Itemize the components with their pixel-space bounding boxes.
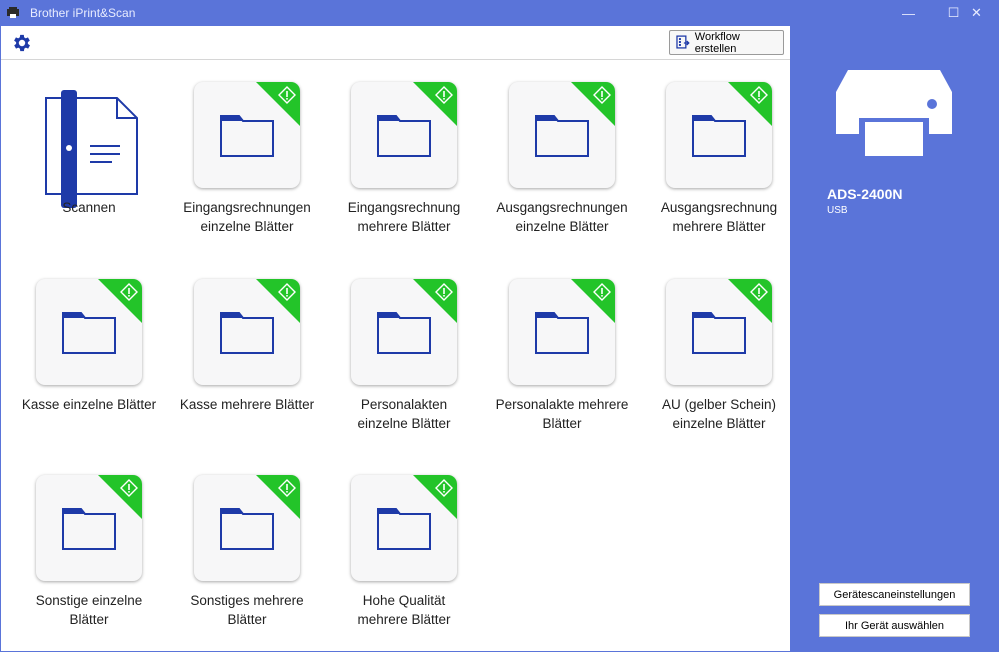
tile-label: Sonstiges mehrere Blätter — [190, 593, 304, 627]
tile-label: Kasse mehrere Blätter — [179, 397, 315, 412]
select-device-button[interactable]: Ihr Gerät auswählen — [819, 614, 970, 637]
workflow-badge-icon — [750, 86, 768, 104]
tile-label: Ausgangsrechnung mehrere Blätter — [660, 200, 778, 234]
tile-label: Kasse einzelne Blätter — [21, 397, 157, 412]
tile-card[interactable] — [194, 279, 300, 385]
toolbar: Workflow erstellen — [1, 26, 790, 60]
workflow-area: Workflow erstellen Scannen Eingangsrechnu… — [1, 26, 790, 651]
tile-card[interactable] — [36, 475, 142, 581]
workflow-tile[interactable]: AU (gelber Schein) einzelne Blätter — [644, 279, 794, 449]
gear-icon[interactable] — [11, 32, 33, 54]
workflow-badge-icon — [278, 283, 296, 301]
workflow-badge-icon — [120, 283, 138, 301]
tile-card[interactable] — [351, 475, 457, 581]
workflow-tile[interactable]: Kasse mehrere Blätter — [172, 279, 322, 449]
tile-label: Ausgangsrechnungen einzelne Blätter — [496, 200, 628, 234]
workflow-tile[interactable]: Personalakten einzelne Blätter — [329, 279, 479, 449]
tile-label: Sonstige einzelne Blätter — [35, 593, 143, 627]
workflow-badge-icon — [435, 283, 453, 301]
tile-card[interactable] — [194, 82, 300, 188]
workflow-badge-icon — [593, 283, 611, 301]
device-scan-settings-button[interactable]: Gerätescaneinstellungen — [819, 583, 970, 606]
workflow-tile[interactable]: Kasse einzelne Blätter — [14, 279, 164, 449]
window-title: Brother iPrint&Scan — [30, 6, 136, 20]
workflow-badge-icon — [435, 86, 453, 104]
tile-card[interactable] — [36, 279, 142, 385]
workflow-create-label: Workflow erstellen — [694, 30, 740, 55]
tile-card[interactable] — [509, 82, 615, 188]
workflow-icon — [676, 35, 690, 49]
tile-label: AU (gelber Schein) einzelne Blätter — [661, 397, 777, 431]
tile-label: Personalakte mehrere Blätter — [495, 397, 629, 431]
workflow-tile[interactable]: Ausgangsrechnungen einzelne Blätter — [487, 82, 637, 252]
workflow-tile[interactable]: Hohe Qualität mehrere Blätter — [329, 475, 479, 645]
scan-tile[interactable]: Scannen — [14, 82, 164, 252]
tile-card[interactable] — [351, 279, 457, 385]
tile-card[interactable] — [509, 279, 615, 385]
tile-label: Hohe Qualität mehrere Blätter — [357, 593, 451, 627]
workflow-badge-icon — [120, 479, 138, 497]
workflow-badge-icon — [435, 479, 453, 497]
tile-label: Eingangsrechnung mehrere Blätter — [347, 200, 461, 234]
tile-card[interactable] — [666, 82, 772, 188]
tile-card[interactable] — [666, 279, 772, 385]
minimize-button[interactable]: — — [886, 0, 931, 26]
workflow-tile[interactable]: Sonstiges mehrere Blätter — [172, 475, 322, 645]
workflow-tile[interactable]: Eingangsrechnung mehrere Blätter — [329, 82, 479, 252]
tile-label: Scannen — [62, 200, 116, 215]
tile-card[interactable] — [194, 475, 300, 581]
workflow-tile[interactable]: Ausgangsrechnung mehrere Blätter — [644, 82, 794, 252]
workflow-badge-icon — [278, 86, 296, 104]
tile-card[interactable] — [351, 82, 457, 188]
workflow-tile[interactable]: Personalakte mehrere Blätter — [487, 279, 637, 449]
workflow-badge-icon — [278, 479, 296, 497]
title-bar: Brother iPrint&Scan — ☐ ✕ — [0, 0, 999, 26]
printer-icon — [836, 70, 952, 160]
tile-label: Personalakten einzelne Blätter — [357, 397, 451, 431]
device-connection: USB — [827, 205, 848, 216]
workflow-tile[interactable]: Sonstige einzelne Blätter — [14, 475, 164, 645]
device-name: ADS-2400N — [827, 186, 903, 202]
tile-label: Eingangsrechnungen einzelne Blätter — [183, 200, 311, 234]
device-panel: ADS-2400N USB Gerätescaneinstellungen Ih… — [790, 26, 999, 652]
scan-icon — [45, 90, 138, 208]
app-icon — [7, 7, 19, 18]
workflow-badge-icon — [593, 86, 611, 104]
workflow-badge-icon — [750, 283, 768, 301]
close-button[interactable]: ✕ — [954, 0, 999, 26]
workflow-tile[interactable]: Eingangsrechnungen einzelne Blätter — [172, 82, 322, 252]
workflow-create-button[interactable]: Workflow erstellen — [669, 30, 784, 55]
